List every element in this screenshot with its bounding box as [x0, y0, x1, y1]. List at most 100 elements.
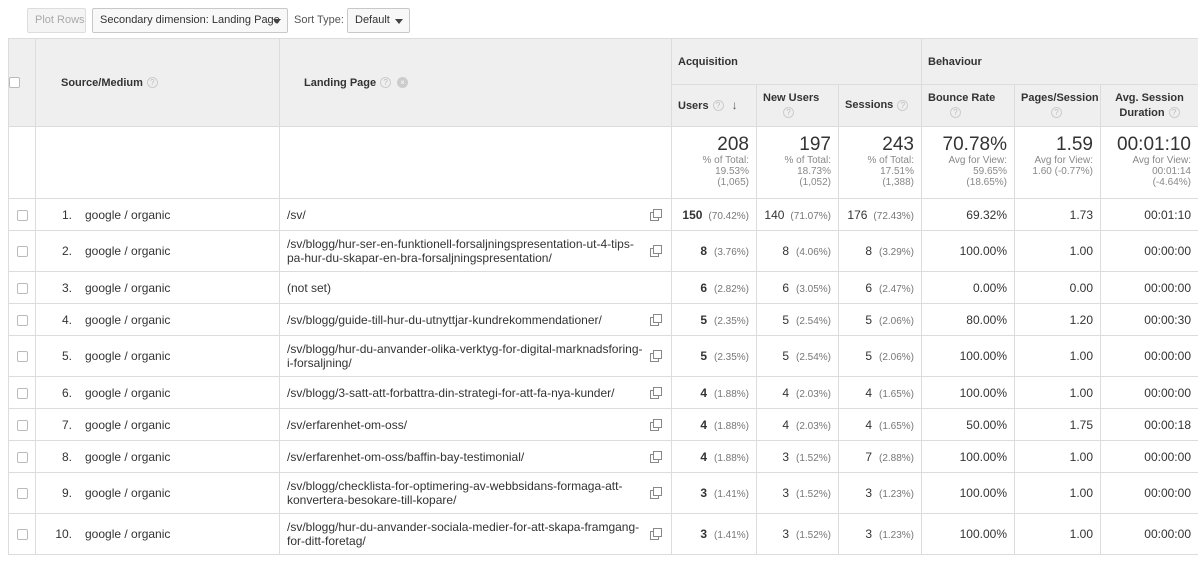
sessions-cell: 5 (2.06%)	[838, 335, 922, 377]
row-checkbox[interactable]	[16, 387, 28, 399]
open-link-icon[interactable]	[650, 208, 662, 221]
landing-page-cell: (not set)	[279, 271, 672, 304]
landing-page-header[interactable]: Landing Page? ×	[279, 38, 672, 127]
row-checkbox[interactable]	[16, 209, 28, 221]
sort-descending-icon[interactable]: ↓	[732, 98, 738, 112]
avg-session-duration-header[interactable]: Avg. Session Duration?	[1100, 84, 1198, 127]
totals-empty-cell	[279, 126, 672, 199]
remove-dimension-icon[interactable]: ×	[397, 77, 409, 89]
landing-page-link[interactable]: /sv/blogg/guide-till-hur-du-utnyttjar-ku…	[287, 313, 647, 327]
source-medium-link[interactable]: google / organic	[85, 244, 170, 258]
help-icon[interactable]: ?	[897, 99, 909, 111]
sessions-cell: 176 (72.43%)	[838, 198, 922, 231]
source-medium-link[interactable]: google / organic	[85, 281, 170, 295]
pages-session-cell: 1.00	[1014, 513, 1101, 555]
select-all-cell	[8, 38, 36, 127]
open-link-icon[interactable]	[650, 350, 662, 362]
help-icon[interactable]: ?	[783, 107, 794, 119]
users-header[interactable]: Users? ↓	[671, 84, 757, 127]
sessions-cell: 4 (1.65%)	[838, 376, 922, 409]
pages-session-value: 1.00	[1069, 244, 1093, 258]
secondary-dimension-select[interactable]: Secondary dimension: Landing Page	[92, 8, 288, 33]
open-link-icon[interactable]	[650, 245, 662, 257]
source-medium-link[interactable]: google / organic	[85, 349, 170, 363]
select-all-checkbox[interactable]	[9, 77, 20, 89]
landing-page-link[interactable]: /sv/blogg/hur-du-anvander-olika-verktyg-…	[287, 342, 647, 370]
source-medium-link[interactable]: google / organic	[85, 527, 170, 541]
pages-session-cell: 1.75	[1014, 408, 1101, 441]
row-checkbox[interactable]	[16, 419, 28, 431]
new-users-value: 4	[782, 417, 789, 432]
source-medium-link[interactable]: google / organic	[85, 450, 170, 464]
new-users-cell: 6 (3.05%)	[756, 271, 839, 304]
open-link-icon[interactable]	[650, 450, 662, 463]
landing-page-link[interactable]: /sv/blogg/3-satt-att-forbattra-din-strat…	[287, 386, 647, 400]
bounce-rate-header[interactable]: Bounce Rate?	[921, 84, 1015, 127]
users-value: 6	[700, 280, 707, 295]
pages-session-cell: 1.00	[1014, 335, 1101, 377]
new-users-header[interactable]: New Users?	[756, 84, 839, 127]
total-note: % of Total:	[784, 155, 831, 166]
sessions-value: 5	[865, 312, 872, 327]
avg-session-duration-value: 00:00:00	[1144, 527, 1191, 541]
landing-page-cell: /sv/blogg/3-satt-att-forbattra-din-strat…	[279, 376, 672, 409]
plot-rows-button[interactable]: Plot Rows	[27, 8, 86, 33]
new-users-percent: (2.54%)	[795, 315, 831, 327]
new-users-value: 5	[782, 312, 789, 327]
pages-session-value: 1.00	[1069, 486, 1093, 500]
users-cell: 5 (2.35%)	[671, 303, 757, 336]
help-icon[interactable]: ?	[1051, 107, 1062, 119]
total-note: Avg for View:	[1132, 155, 1191, 166]
help-icon[interactable]: ?	[1168, 107, 1180, 119]
bounce-rate-value: 100.00%	[959, 244, 1007, 258]
open-link-icon[interactable]	[650, 528, 662, 540]
open-link-icon[interactable]	[650, 418, 662, 431]
sessions-header[interactable]: Sessions?	[838, 84, 922, 127]
users-value: 3	[700, 486, 707, 500]
source-medium-link[interactable]: google / organic	[85, 208, 170, 222]
landing-page-link[interactable]: /sv/blogg/checklista-for-optimering-av-w…	[287, 479, 647, 507]
row-checkbox[interactable]	[16, 451, 28, 463]
users-cell: 150 (70.42%)	[671, 198, 757, 231]
users-percent: (70.42%)	[708, 210, 749, 222]
source-medium-header[interactable]: Source/Medium?	[35, 38, 280, 127]
row-checkbox[interactable]	[16, 282, 28, 294]
row-checkbox[interactable]	[16, 488, 28, 500]
table-row: 8. google / organic/sv/erfarenhet-om-oss/…	[8, 440, 1198, 473]
sessions-cell: 3 (1.23%)	[838, 513, 922, 555]
pages-session-header[interactable]: Pages/Session?	[1014, 84, 1101, 127]
open-link-icon[interactable]	[650, 487, 662, 499]
bounce-rate-cell: 80.00%	[921, 303, 1015, 336]
row-index: 1.	[61, 207, 72, 222]
help-icon[interactable]: ?	[950, 107, 961, 119]
sort-type-select[interactable]: Default	[347, 8, 410, 33]
avg-session-duration-cell: 00:01:10	[1100, 198, 1198, 231]
landing-page-link[interactable]: /sv/blogg/hur-ser-en-funktionell-forsalj…	[287, 237, 647, 265]
row-checkbox[interactable]	[16, 246, 28, 258]
open-link-icon[interactable]	[650, 386, 662, 399]
landing-page-link[interactable]: (not set)	[287, 281, 647, 295]
row-checkbox[interactable]	[16, 314, 28, 326]
new-users-cell: 5 (2.54%)	[756, 303, 839, 336]
source-medium-link[interactable]: google / organic	[85, 486, 170, 500]
bounce-rate-value: 100.00%	[959, 449, 1007, 464]
landing-page-link[interactable]: /sv/blogg/hur-du-anvander-sociala-medier…	[287, 520, 647, 548]
row-checkbox[interactable]	[16, 529, 28, 541]
landing-page-link[interactable]: /sv/erfarenhet-om-oss/baffin-bay-testimo…	[287, 450, 647, 464]
landing-page-link[interactable]: /sv/	[287, 208, 647, 222]
chevron-down-icon	[273, 19, 281, 24]
total-value: 208	[717, 134, 749, 155]
row-checkbox[interactable]	[16, 351, 28, 363]
help-icon[interactable]: ?	[146, 77, 158, 89]
avg-session-duration-value: 00:00:00	[1144, 349, 1191, 363]
source-medium-link[interactable]: google / organic	[85, 386, 170, 400]
source-medium-link[interactable]: google / organic	[85, 313, 170, 327]
open-link-icon[interactable]	[650, 313, 662, 326]
help-icon[interactable]: ?	[712, 100, 724, 112]
landing-page-cell: /sv/blogg/hur-du-anvander-olika-verktyg-…	[279, 335, 672, 377]
landing-page-link[interactable]: /sv/erfarenhet-om-oss/	[287, 418, 647, 432]
source-medium-link[interactable]: google / organic	[85, 418, 170, 432]
users-value: 5	[700, 312, 707, 327]
total-note: 19.53%	[715, 166, 749, 177]
help-icon[interactable]: ?	[380, 77, 392, 89]
